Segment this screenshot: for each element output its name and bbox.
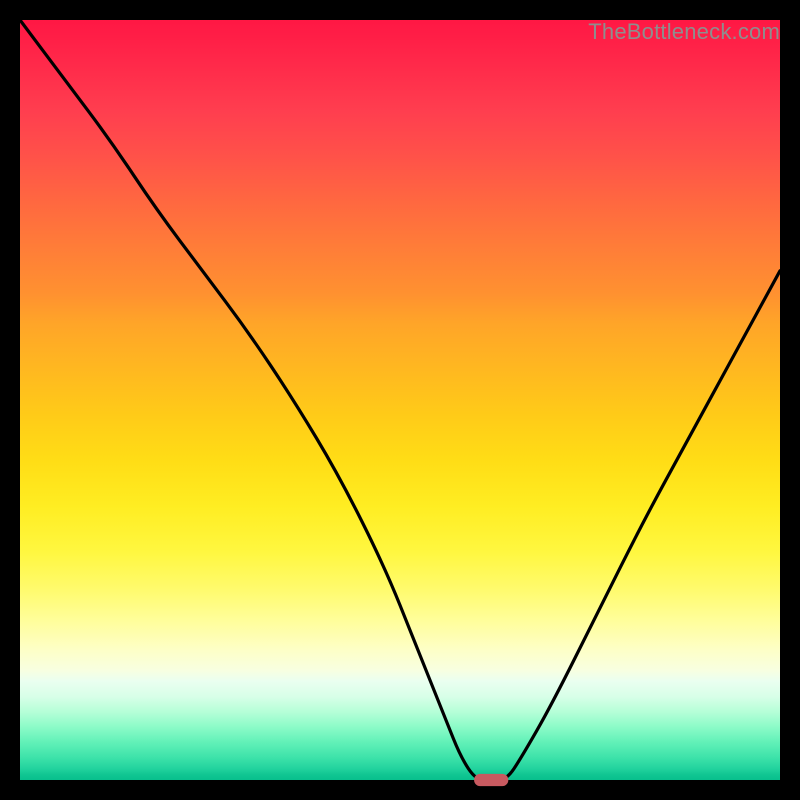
minimum-marker (474, 774, 508, 786)
bottleneck-curve (20, 20, 780, 780)
plot-area: TheBottleneck.com (20, 20, 780, 780)
curve-path (20, 20, 780, 780)
chart-frame: TheBottleneck.com (0, 0, 800, 800)
